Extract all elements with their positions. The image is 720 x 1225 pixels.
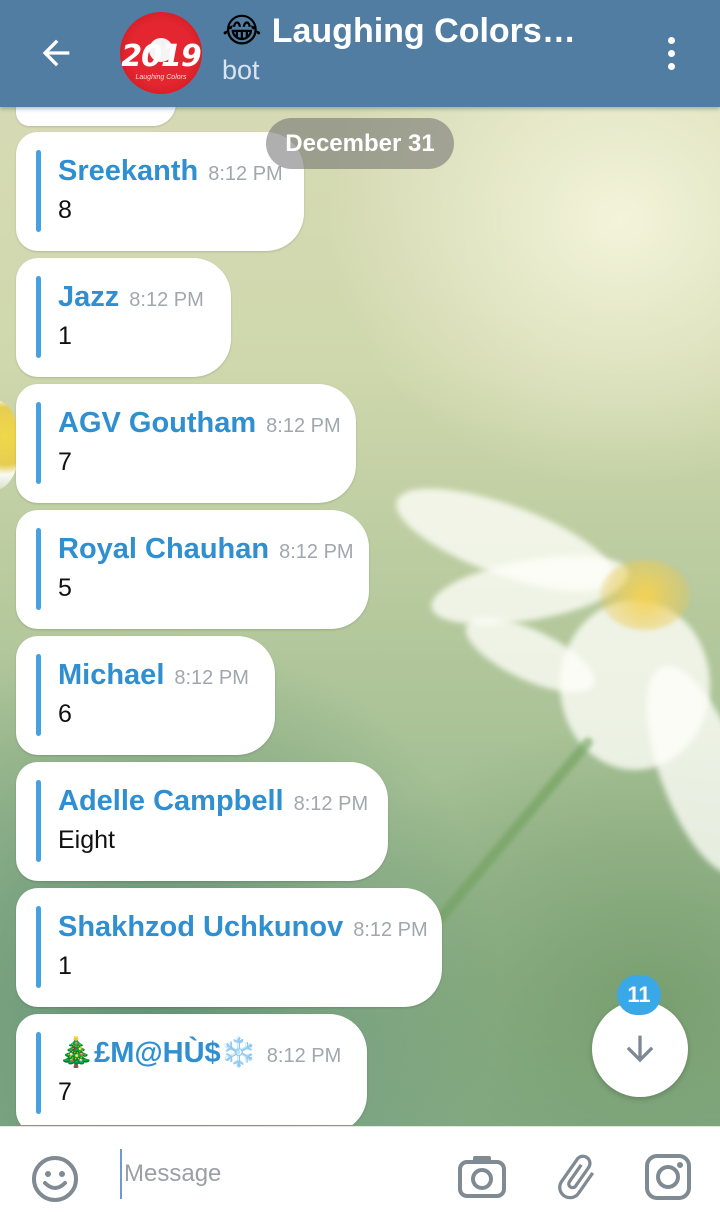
- message-time: 8:12 PM: [208, 163, 283, 185]
- message-time: 8:12 PM: [266, 415, 341, 437]
- more-vert-icon: [667, 36, 675, 44]
- sender-name[interactable]: Sreekanth: [58, 155, 198, 187]
- sender-name[interactable]: Royal Chauhan: [58, 533, 269, 565]
- chat-subtitle: bot: [222, 55, 260, 85]
- chat-avatar[interactable]: 2019 Laughing Colors: [120, 12, 202, 94]
- message-time: 8:12 PM: [266, 1045, 342, 1067]
- sender-name[interactable]: Jazz: [58, 281, 119, 313]
- quote-bar: [36, 150, 41, 232]
- message-time: 8:12 PM: [129, 289, 204, 311]
- message-time: 8:12 PM: [174, 667, 249, 689]
- scroll-to-bottom-button[interactable]: [592, 1001, 688, 1097]
- back-button[interactable]: [28, 28, 84, 78]
- unread-count-badge: 11: [617, 975, 661, 1015]
- message-bubble[interactable]: Adelle Campbell 8:12 PM Eight: [16, 762, 388, 881]
- paperclip-icon: [558, 1154, 595, 1200]
- message-time: 8:12 PM: [279, 541, 354, 563]
- date-separator: December 31: [266, 118, 454, 169]
- avatar-year: 2019: [121, 39, 202, 74]
- message-input[interactable]: [120, 1149, 420, 1199]
- sender-name[interactable]: 🎄£M@HÙ$❄️: [58, 1037, 257, 1069]
- quote-bar: [36, 276, 41, 358]
- camera-icon: [458, 1156, 506, 1198]
- message-time: 8:12 PM: [293, 793, 369, 815]
- arrow-left-icon: [42, 39, 70, 67]
- message-bubble[interactable]: Jazz 8:12 PM 1: [16, 258, 231, 377]
- message-text: 6: [58, 700, 72, 728]
- sender-name[interactable]: AGV Goutham: [58, 407, 256, 439]
- sender-name[interactable]: Michael: [58, 659, 164, 691]
- message-text: 7: [58, 1078, 72, 1106]
- quote-bar: [36, 1032, 41, 1114]
- message-bubble[interactable]: Sreekanth 8:12 PM 8: [16, 132, 304, 251]
- quote-bar: [36, 654, 41, 736]
- quote-bar: [36, 906, 41, 988]
- message-text: 1: [58, 322, 72, 350]
- message-text: 7: [58, 448, 72, 476]
- message-composer: [0, 1126, 720, 1225]
- smiley-icon: [32, 1156, 78, 1202]
- quote-bar: [36, 528, 41, 610]
- arrow-down-icon: [626, 1035, 654, 1063]
- message-text: 8: [58, 196, 72, 224]
- instagram-button[interactable]: [642, 1151, 694, 1203]
- instagram-icon: [645, 1154, 691, 1200]
- sender-name[interactable]: Adelle Campbell: [58, 785, 284, 817]
- quote-bar: [36, 402, 41, 484]
- avatar-logo: Laughing Colors: [135, 74, 187, 81]
- message-bubble[interactable]: AGV Goutham 8:12 PM 7: [16, 384, 356, 503]
- quote-bar: [36, 780, 41, 862]
- emoji-button[interactable]: [30, 1154, 80, 1204]
- message-time: 8:12 PM: [353, 919, 428, 941]
- message-text: 1: [58, 952, 72, 980]
- attach-button[interactable]: [550, 1151, 602, 1203]
- message-bubble[interactable]: Royal Chauhan 8:12 PM 5: [16, 510, 369, 629]
- laughing-emoji-icon: 😂: [222, 12, 262, 50]
- message-text: 5: [58, 574, 72, 602]
- sender-name[interactable]: Shakhzod Uchkunov: [58, 911, 343, 943]
- message-text: Eight: [58, 826, 115, 854]
- message-bubble[interactable]: 🎄£M@HÙ$❄️ 8:12 PM 7: [16, 1014, 367, 1125]
- message-bubble[interactable]: Shakhzod Uchkunov 8:12 PM 1: [16, 888, 442, 1007]
- camera-button[interactable]: [456, 1151, 508, 1203]
- chat-title-row[interactable]: 😂 Laughing Colors…: [222, 10, 576, 52]
- chat-title: Laughing Colors…: [271, 12, 576, 50]
- message-bubble[interactable]: Michael 8:12 PM 6: [16, 636, 275, 755]
- more-options-button[interactable]: [650, 26, 692, 80]
- chat-header: 2019 Laughing Colors 😂 Laughing Colors… …: [0, 0, 720, 107]
